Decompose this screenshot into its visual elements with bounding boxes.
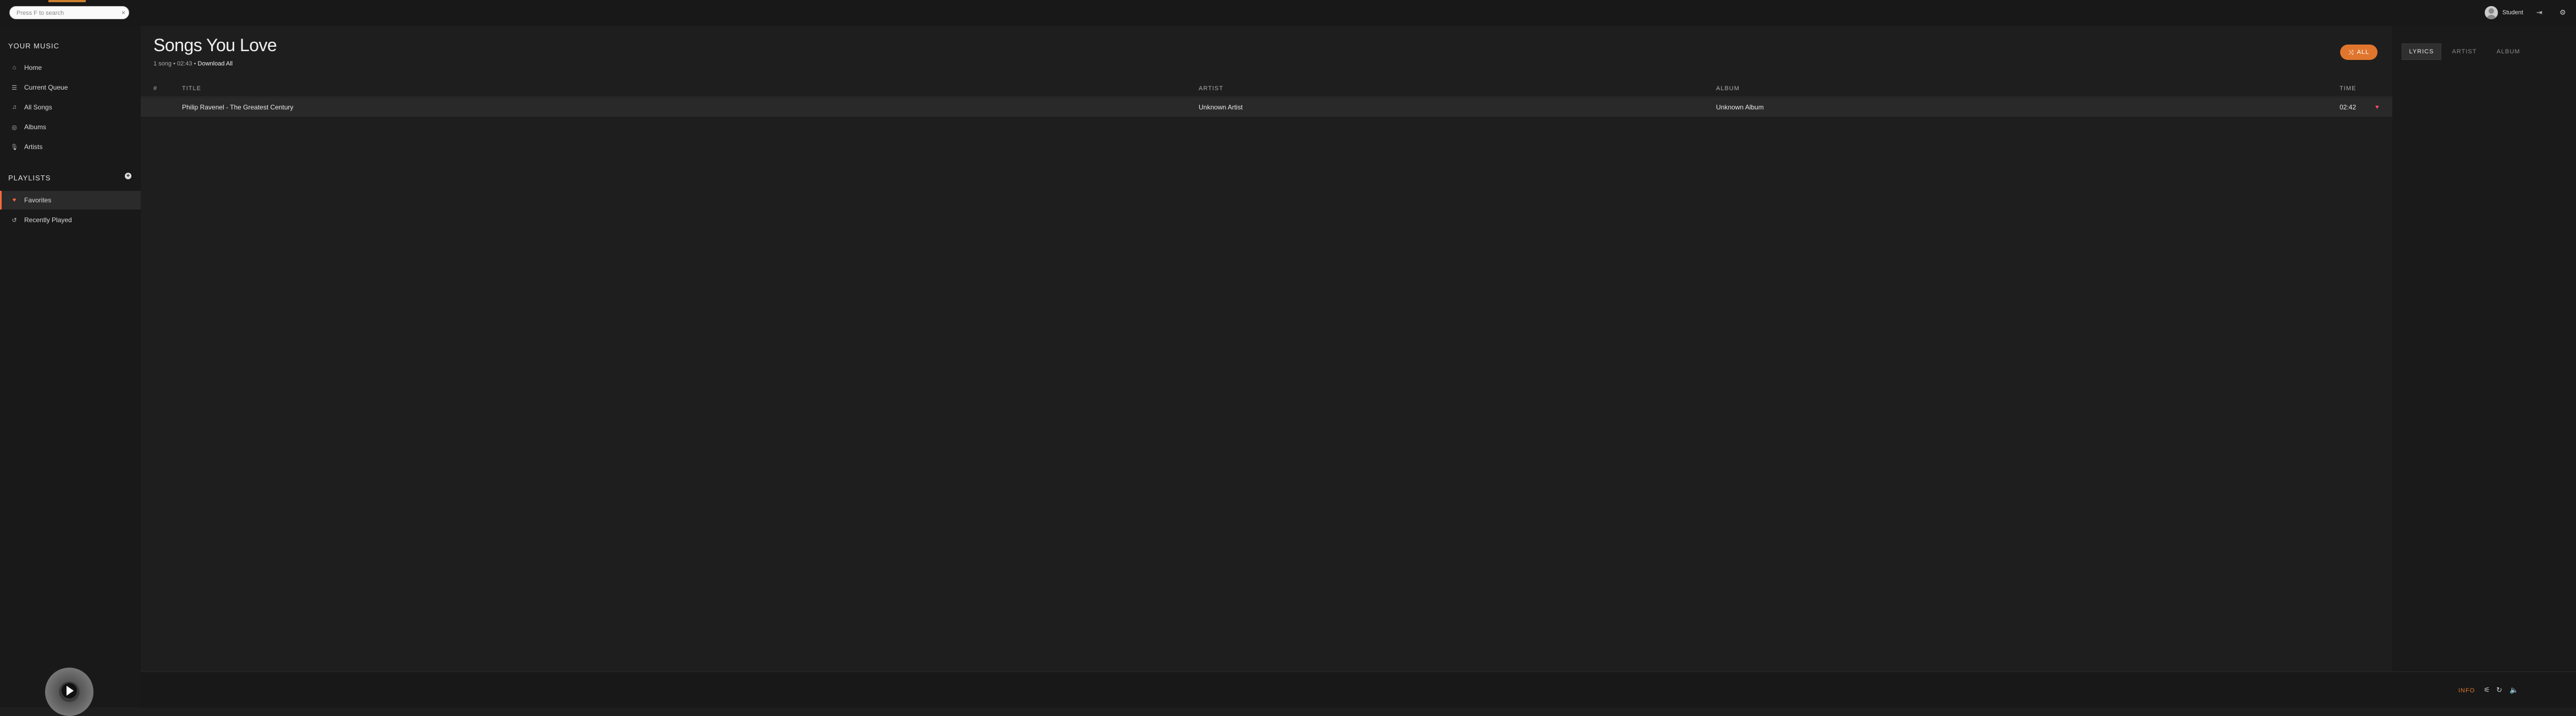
- volume-icon[interactable]: 🔈: [2509, 686, 2518, 694]
- your-music-heading: YOUR MUSIC: [8, 42, 60, 50]
- user-menu[interactable]: Student: [2485, 5, 2523, 20]
- sidebar-item-albums[interactable]: ◎ Albums: [0, 118, 141, 136]
- total-duration: 02:43: [177, 60, 192, 67]
- sidebar: YOUR MUSIC ⌂ Home ☰ Current Queue ♫ All …: [0, 26, 141, 707]
- sidebar-item-label: Home: [24, 64, 42, 71]
- column-header-album[interactable]: ALBUM: [1716, 85, 1740, 92]
- tab-album[interactable]: ALBUM: [2489, 43, 2528, 60]
- page-title: Songs You Love: [153, 35, 277, 55]
- sidebar-item-label: Current Queue: [24, 84, 68, 91]
- sidebar-item-label: Recently Played: [24, 216, 72, 224]
- add-playlist-icon[interactable]: +: [125, 173, 131, 179]
- shuffle-all-button[interactable]: ⤨ ALL: [2340, 45, 2378, 60]
- avatar[interactable]: [2485, 6, 2498, 19]
- search-box[interactable]: ×: [9, 6, 129, 19]
- sidebar-item-label: Albums: [24, 123, 47, 131]
- equalizer-icon[interactable]: ⚟: [2484, 686, 2490, 694]
- table-row[interactable]: Philip Ravenel - The Greatest Century Un…: [141, 97, 2392, 117]
- sidebar-item-home[interactable]: ⌂ Home: [0, 58, 141, 77]
- download-all-link[interactable]: Download All: [198, 60, 233, 67]
- tab-lyrics[interactable]: LYRICS: [2402, 43, 2441, 60]
- gear-icon[interactable]: ⚙: [2560, 8, 2566, 18]
- column-header-time[interactable]: TIME: [2340, 85, 2356, 92]
- sidebar-item-all-songs[interactable]: ♫ All Songs: [0, 98, 141, 117]
- column-header-title[interactable]: TITLE: [182, 85, 201, 92]
- song-count: 1 song: [153, 60, 172, 67]
- column-header-artist[interactable]: ARTIST: [1199, 85, 1223, 92]
- song-title: Philip Ravenel - The Greatest Century: [182, 103, 294, 111]
- search-input[interactable]: [15, 8, 117, 18]
- sidebar-item-label: Favorites: [24, 196, 52, 204]
- player-footer: INFO ⚟ ↻ 🔈: [141, 671, 2576, 708]
- logout-icon[interactable]: ⇥: [2536, 8, 2542, 18]
- sidebar-item-label: Artists: [24, 143, 43, 151]
- heart-icon[interactable]: ♥: [2375, 104, 2379, 111]
- sidebar-item-label: All Songs: [24, 103, 52, 111]
- meta-separator: •: [173, 60, 175, 67]
- song-artist[interactable]: Unknown Artist: [1199, 103, 1243, 111]
- sidebar-item-current-queue[interactable]: ☰ Current Queue: [0, 78, 141, 97]
- main-content: Songs You Love 1 song • 02:43 • Download…: [141, 26, 2392, 671]
- song-list-header: # TITLE ARTIST ALBUM TIME: [141, 81, 2392, 97]
- heart-icon: ♥: [12, 197, 16, 203]
- playlist-meta: 1 song • 02:43 • Download All: [153, 60, 233, 67]
- play-icon: [67, 686, 74, 696]
- username[interactable]: Student: [2502, 9, 2523, 16]
- sidebar-item-favorites[interactable]: ♥ Favorites: [0, 191, 141, 210]
- top-bar: × Student ⇥ ⚙: [0, 0, 2576, 26]
- repeat-icon[interactable]: ↻: [2496, 686, 2502, 694]
- info-button[interactable]: INFO: [2458, 687, 2475, 694]
- music-note-icon: ♫: [12, 104, 17, 111]
- extra-panel: LYRICS ARTIST ALBUM: [2392, 26, 2576, 671]
- home-icon: ⌂: [12, 64, 16, 71]
- microphone-icon: 🎙: [10, 144, 18, 151]
- progress-accent: [48, 0, 86, 2]
- sidebar-item-recently-played[interactable]: ↺ Recently Played: [0, 211, 141, 229]
- playlists-heading: PLAYLISTS: [8, 174, 51, 182]
- shuffle-icon: ⤨: [2348, 48, 2354, 56]
- tab-artist[interactable]: ARTIST: [2445, 43, 2484, 60]
- meta-separator: •: [194, 60, 196, 67]
- song-album[interactable]: Unknown Album: [1716, 103, 1764, 111]
- album-cover[interactable]: [45, 668, 93, 716]
- sidebar-item-artists[interactable]: 🎙 Artists: [0, 137, 141, 156]
- column-header-number[interactable]: #: [153, 85, 157, 92]
- song-time: 02:42: [2340, 103, 2357, 111]
- shuffle-label: ALL: [2357, 49, 2370, 56]
- x-icon[interactable]: ×: [122, 9, 125, 16]
- queue-icon: ☰: [12, 84, 17, 91]
- disc-icon: ◎: [12, 124, 17, 131]
- history-icon: ↺: [12, 217, 17, 224]
